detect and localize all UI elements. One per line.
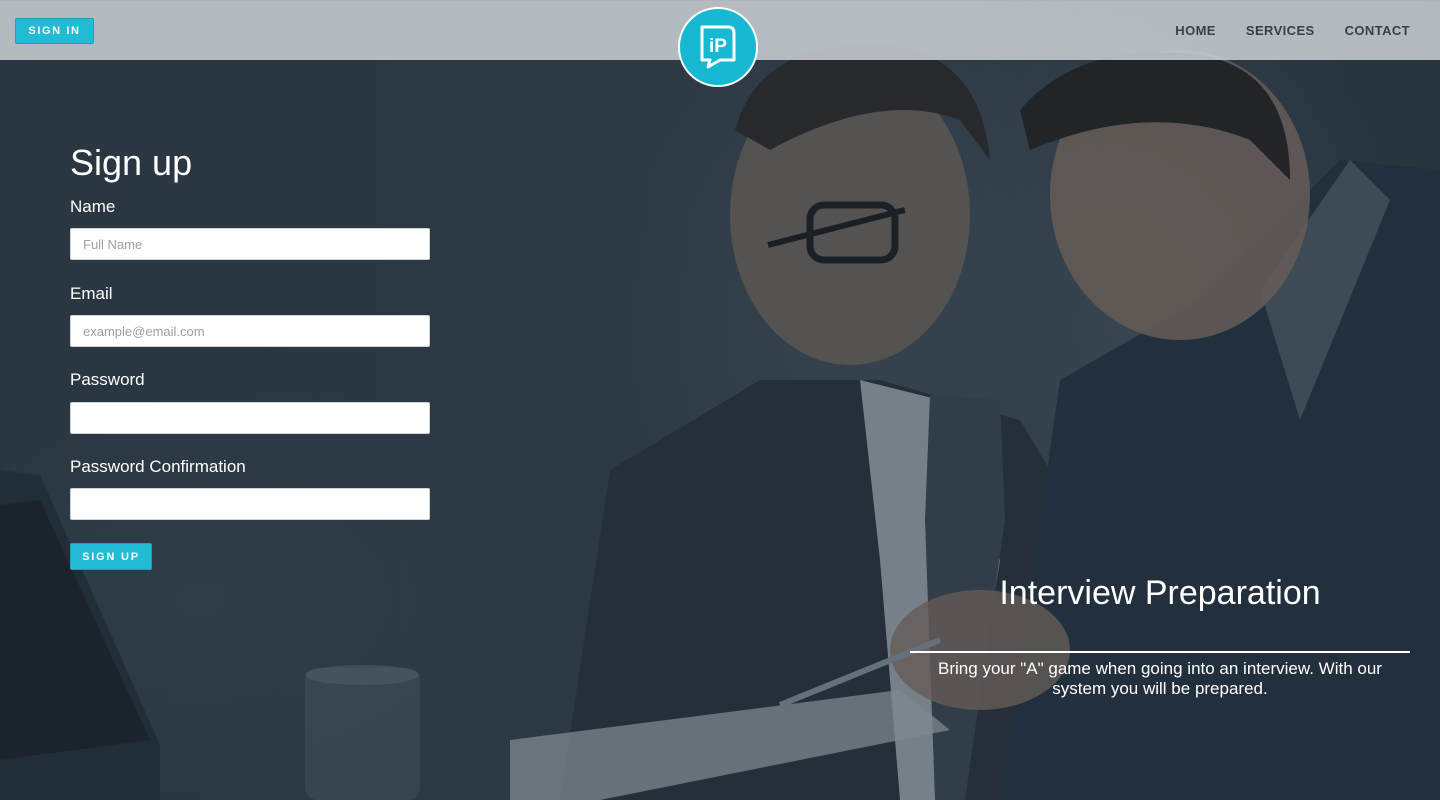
hero-divider (910, 651, 1410, 653)
password-confirmation-label: Password Confirmation (70, 457, 246, 476)
email-label: Email (70, 284, 113, 303)
main-nav: HOME SERVICES CONTACT (1175, 1, 1410, 59)
email-field[interactable] (70, 315, 430, 347)
name-label: Name (70, 197, 116, 216)
form-title: Sign up (70, 142, 193, 183)
password-field[interactable] (70, 402, 430, 434)
signup-form: Sign up Name Email Password Password Con… (70, 142, 430, 570)
sign-up-button[interactable]: SIGN UP (70, 543, 152, 570)
password-confirmation-field[interactable] (70, 488, 430, 520)
page: SIGN IN HOME SERVICES CONTACT iP Sign up… (0, 0, 1440, 800)
sign-in-button[interactable]: SIGN IN (15, 18, 94, 44)
name-field[interactable] (70, 228, 430, 260)
nav-contact-link[interactable]: CONTACT (1345, 23, 1410, 38)
logo-mark: iP (700, 25, 736, 69)
nav-services-link[interactable]: SERVICES (1246, 23, 1315, 38)
logo-text: iP (709, 36, 727, 57)
nav-home-link[interactable]: HOME (1175, 23, 1216, 38)
hero-subtitle: Bring your "A" game when going into an i… (938, 659, 1382, 698)
password-label: Password (70, 370, 145, 389)
hero-title: Interview Preparation (999, 574, 1321, 612)
ip-logo-icon[interactable]: iP (678, 7, 758, 87)
